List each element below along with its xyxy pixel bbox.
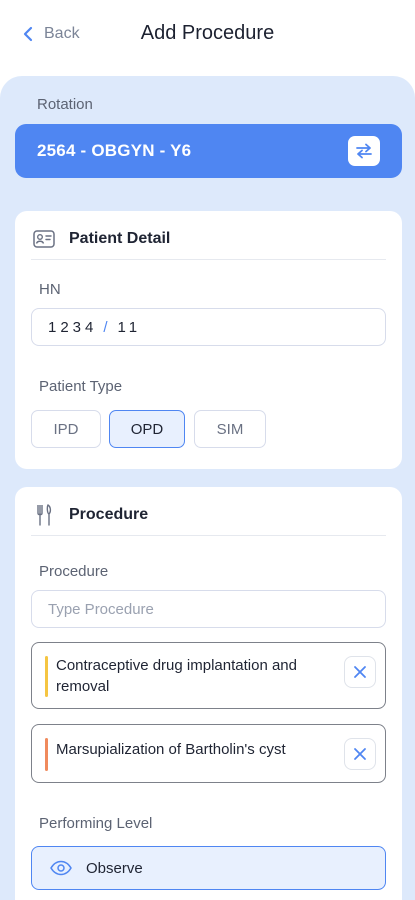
procedure-card: Procedure Procedure Type Procedure Contr… (15, 487, 402, 900)
hn-separator: / (103, 318, 108, 336)
accent-bar (45, 656, 48, 697)
patient-detail-card: Patient Detail HN 1234 / 11 Patient Type… (15, 211, 402, 469)
id-card-icon (33, 230, 55, 248)
divider (31, 535, 386, 536)
performing-level-label: Performing Level (39, 815, 153, 832)
rotation-label: Rotation (37, 96, 93, 113)
procedure-field-label: Procedure (39, 563, 109, 580)
rotation-value: 2564 - OBGYN - Y6 (37, 141, 192, 160)
procedure-title: Procedure (69, 506, 149, 523)
procedure-search-input[interactable]: Type Procedure (31, 590, 386, 628)
patient-type-opd[interactable]: OPD (109, 410, 185, 448)
performing-level-value: Observe (86, 859, 143, 877)
close-icon (354, 748, 366, 760)
selected-procedure-item[interactable]: Contraceptive drug implantation and remo… (31, 642, 386, 709)
accent-bar (45, 738, 48, 771)
procedure-header: Procedure (33, 501, 148, 529)
swap-icon (356, 143, 372, 159)
eye-icon (50, 860, 72, 876)
top-bar: Back Add Procedure (0, 0, 415, 70)
selected-procedure-item[interactable]: Marsupialization of Bartholin's cyst (31, 724, 386, 783)
remove-procedure-button[interactable] (344, 738, 376, 770)
swap-rotation-button[interactable] (348, 136, 380, 166)
divider (31, 259, 386, 260)
hn-value-main: 1234 (48, 318, 98, 336)
rotation-selector[interactable]: 2564 - OBGYN - Y6 (15, 124, 402, 178)
patient-type-sim[interactable]: SIM (194, 410, 266, 448)
page-title: Add Procedure (140, 22, 275, 44)
hn-input[interactable]: 1234 / 11 (31, 308, 386, 346)
patient-type-label: Patient Type (39, 378, 123, 395)
procedure-item-label: Contraceptive drug implantation and remo… (56, 657, 297, 695)
remove-procedure-button[interactable] (344, 656, 376, 688)
patient-detail-header: Patient Detail (33, 225, 170, 253)
patient-detail-title: Patient Detail (69, 230, 171, 247)
hn-value-sub: 11 (117, 318, 142, 336)
procedure-placeholder: Type Procedure (48, 600, 154, 618)
patient-type-ipd[interactable]: IPD (31, 410, 101, 448)
medical-tools-icon (37, 504, 52, 526)
hn-label: HN (39, 281, 61, 298)
performing-level-option[interactable]: Observe (31, 846, 386, 890)
close-icon (354, 666, 366, 678)
procedure-item-label: Marsupialization of Bartholin's cyst (56, 741, 286, 758)
